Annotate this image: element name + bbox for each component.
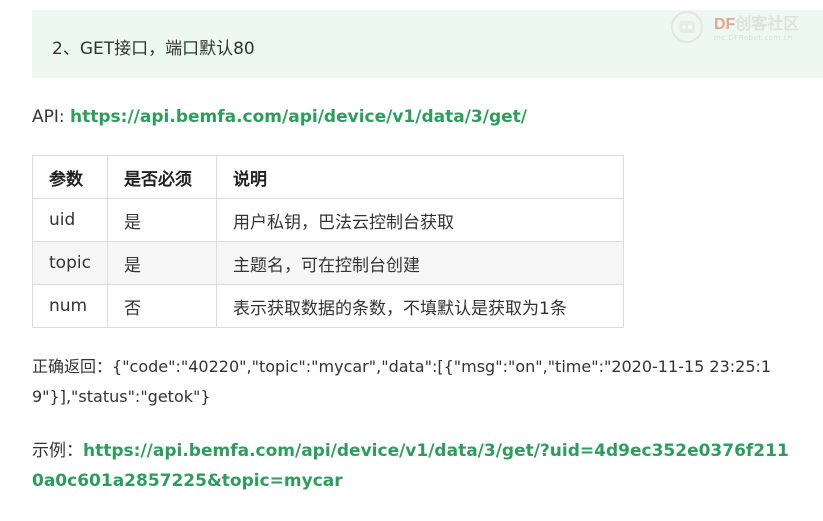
table-cell: 是 [107, 241, 217, 285]
table-header-row: 参数 是否必须 说明 [32, 155, 624, 199]
api-label: API: [32, 107, 71, 127]
example-url-link[interactable]: https://api.bemfa.com/api/device/v1/data… [32, 441, 789, 491]
return-body: {"code":"40220","topic":"mycar","data":[… [32, 357, 772, 406]
api-url-link[interactable]: https://api.bemfa.com/api/device/v1/data… [70, 107, 527, 127]
table-header-cell: 说明 [216, 155, 624, 199]
table-cell: 是 [107, 198, 217, 242]
watermark-brand-rest: 创客社区 [735, 16, 800, 33]
robot-logo-icon [671, 11, 703, 43]
example-label: 示例： [32, 441, 83, 461]
parameter-table: 参数 是否必须 说明 uid 是 用户私钥，巴法云控制台获取 topic 是 主… [32, 155, 624, 328]
return-label: 正确返回： [32, 357, 113, 376]
table-row: num 否 表示获取数据的条数，不填默认是获取为1条 [32, 284, 624, 328]
table-header-cell: 参数 [32, 155, 108, 199]
watermark-subtitle: mc.DFRobot.com.cn [714, 34, 793, 42]
table-cell: num [32, 284, 108, 328]
table-cell: 用户私钥，巴法云控制台获取 [216, 198, 624, 242]
example-line: 示例：https://api.bemfa.com/api/device/v1/d… [32, 436, 792, 496]
table-cell: uid [32, 198, 108, 242]
table-cell: 否 [107, 284, 217, 328]
site-watermark: DF创客社区 mc.DFRobot.com.cn [670, 8, 810, 48]
watermark-brand: DF [714, 16, 736, 33]
table-cell: topic [32, 241, 108, 285]
watermark-title: DF创客社区 [714, 10, 799, 34]
api-line: API: https://api.bemfa.com/api/device/v1… [32, 107, 527, 127]
table-row: uid 是 用户私钥，巴法云控制台获取 [32, 198, 624, 242]
table-cell: 表示获取数据的条数，不填默认是获取为1条 [216, 284, 624, 328]
table-header-cell: 是否必须 [107, 155, 217, 199]
table-row: topic 是 主题名，可在控制台创建 [32, 241, 624, 285]
section-heading: 2、GET接口，端口默认80 [52, 39, 255, 59]
success-return: 正确返回：{"code":"40220","topic":"mycar","da… [32, 352, 792, 412]
table-cell: 主题名，可在控制台创建 [216, 241, 624, 285]
